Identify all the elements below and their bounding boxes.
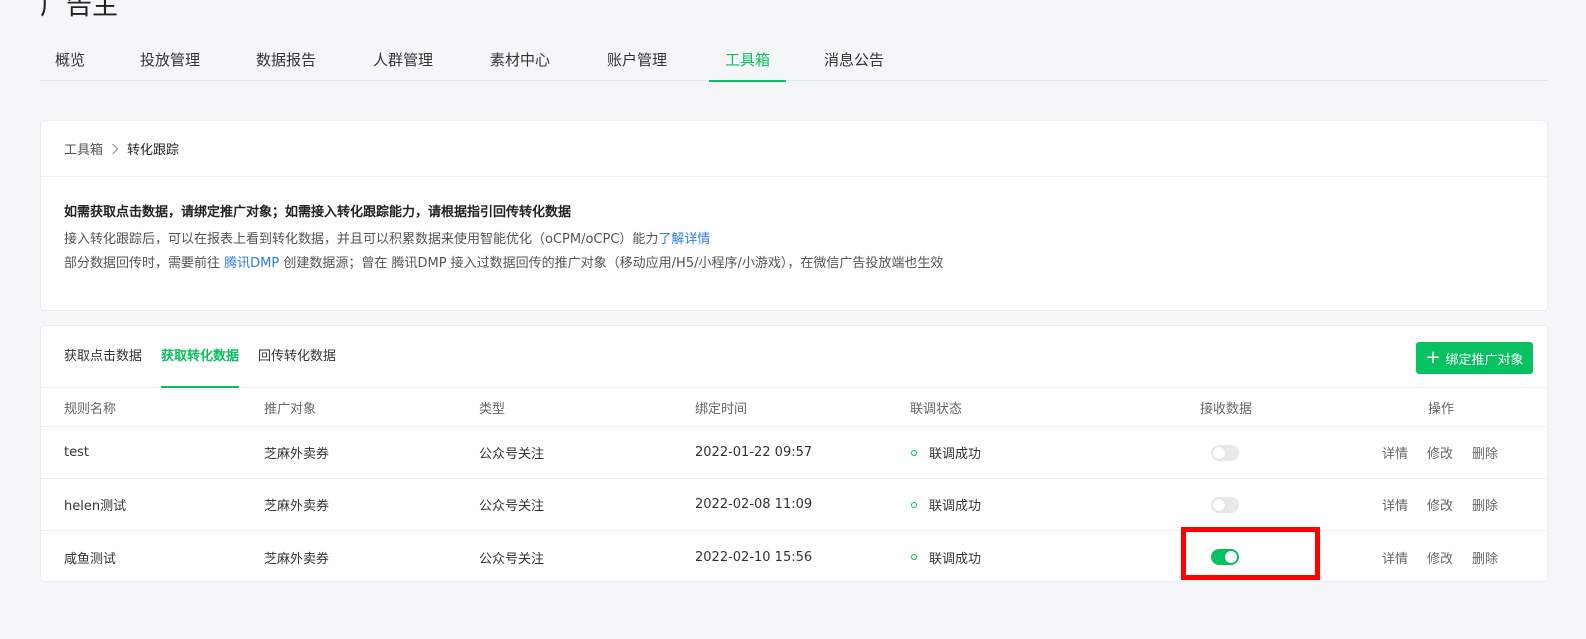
tabs-row: 获取点击数据 获取转化数据 回传转化数据 + 绑定推广对象	[41, 326, 1547, 388]
rule-bind-time: 2022-01-22 09:57	[695, 445, 813, 460]
rule-type: 公众号关注	[479, 499, 545, 514]
nav-data-report[interactable]: 数据报告	[256, 40, 316, 81]
conversion-card: 获取点击数据 获取转化数据 回传转化数据 + 绑定推广对象 规则名称 推广对象 …	[40, 325, 1548, 582]
rule-target: 芝麻外卖券	[264, 499, 330, 514]
tab-report-conversion[interactable]: 回传转化数据	[258, 326, 336, 388]
nav-announcements[interactable]: 消息公告	[824, 40, 884, 81]
tab-conversion-data[interactable]: 获取转化数据	[161, 326, 240, 388]
info-card: 工具箱 转化跟踪 如需获取点击数据，请绑定推广对象；如需接入转化跟踪能力，请根据…	[40, 120, 1548, 311]
edit-link[interactable]: 修改	[1427, 495, 1453, 514]
delete-link[interactable]: 删除	[1472, 495, 1498, 514]
notice-title: 如需获取点击数据，请绑定推广对象；如需接入转化跟踪能力，请根据指引回传转化数据	[64, 205, 572, 220]
detail-link[interactable]: 详情	[1382, 495, 1408, 514]
status-dot-icon	[911, 449, 917, 456]
rule-name: 咸鱼测试	[64, 551, 117, 567]
row-operations: 详情 修改 删除	[1382, 427, 1498, 478]
row-operations: 详情 修改 删除	[1382, 479, 1498, 530]
header-rule-name: 规则名称	[64, 401, 117, 417]
header-target: 推广对象	[264, 401, 317, 417]
delete-link[interactable]: 删除	[1472, 443, 1498, 462]
nav-account-management[interactable]: 账户管理	[607, 40, 667, 81]
rule-status-text: 联调成功	[929, 447, 982, 462]
edit-link[interactable]: 修改	[1427, 443, 1453, 462]
breadcrumb-current: 转化跟踪	[127, 143, 180, 158]
header-operations: 操作	[1428, 401, 1455, 417]
learn-more-link[interactable]: 了解详情	[658, 232, 710, 247]
header-bind-time: 绑定时间	[695, 401, 748, 417]
rule-status-text: 联调成功	[929, 499, 982, 514]
notice-block: 如需获取点击数据，请绑定推广对象；如需接入转化跟踪能力，请根据指引回传转化数据 …	[41, 177, 1547, 272]
edit-link[interactable]: 修改	[1427, 548, 1453, 567]
table-row: 咸鱼测试 芝麻外卖券 公众号关注 2022-02-10 15:56 联调成功 详…	[41, 531, 1547, 583]
nav-overview[interactable]: 概览	[55, 40, 85, 81]
header-receive-data: 接收数据	[1200, 401, 1253, 417]
rule-type: 公众号关注	[479, 447, 545, 462]
breadcrumb-toolbox[interactable]: 工具箱	[64, 139, 103, 158]
rule-status-text: 联调成功	[929, 551, 982, 567]
plus-icon: +	[1425, 347, 1441, 368]
rule-name: test	[64, 445, 89, 460]
rule-bind-time: 2022-02-08 11:09	[695, 497, 813, 512]
toggle-knob	[1213, 446, 1225, 459]
receive-data-toggle[interactable]	[1211, 444, 1239, 461]
status-dot-icon	[911, 501, 917, 508]
nav-audience-management[interactable]: 人群管理	[373, 40, 433, 81]
detail-link[interactable]: 详情	[1382, 443, 1408, 462]
receive-data-toggle[interactable]	[1211, 496, 1239, 513]
rule-bind-time: 2022-02-10 15:56	[695, 549, 813, 565]
rule-status: 联调成功	[910, 479, 981, 530]
detail-link[interactable]: 详情	[1382, 548, 1408, 567]
rule-target: 芝麻外卖券	[264, 551, 330, 567]
tab-click-data[interactable]: 获取点击数据	[64, 326, 142, 388]
rules-table: 规则名称 推广对象 类型 绑定时间 联调状态 接收数据 操作 test 芝麻外卖…	[41, 388, 1547, 583]
top-navigation: 概览 投放管理 数据报告 人群管理 素材中心 账户管理 工具箱 消息公告	[40, 40, 1548, 82]
table-header: 规则名称 推广对象 类型 绑定时间 联调状态 接收数据 操作	[41, 388, 1547, 427]
notice-line-1: 接入转化跟踪后，可以在报表上看到转化数据，并且可以积累数据来使用智能优化（oCP…	[64, 232, 1547, 248]
nav-asset-center[interactable]: 素材中心	[490, 40, 550, 81]
bind-target-label: 绑定推广对象	[1445, 352, 1524, 368]
rule-status: 联调成功	[910, 531, 981, 583]
delete-link[interactable]: 删除	[1472, 548, 1498, 567]
toggle-knob	[1213, 498, 1225, 511]
highlight-box	[1181, 527, 1320, 580]
rule-target: 芝麻外卖券	[264, 447, 330, 462]
nav-toolbox[interactable]: 工具箱	[709, 40, 786, 82]
rule-name: helen测试	[64, 499, 127, 514]
header-type: 类型	[479, 401, 506, 417]
nav-campaign-management[interactable]: 投放管理	[140, 40, 200, 81]
rule-status: 联调成功	[910, 427, 981, 478]
notice-line-2: 部分数据回传时，需要前往 腾讯DMP 创建数据源；曾在 腾讯DMP 接入过数据回…	[64, 256, 1547, 272]
table-row: helen测试 芝麻外卖券 公众号关注 2022-02-08 11:09 联调成…	[41, 479, 1547, 531]
rule-type: 公众号关注	[479, 551, 545, 567]
chevron-right-icon	[111, 143, 119, 155]
app-title: 广告主	[40, 0, 119, 21]
row-operations: 详情 修改 删除	[1382, 531, 1498, 583]
table-row: test 芝麻外卖券 公众号关注 2022-01-22 09:57 联调成功 详…	[41, 427, 1547, 479]
bind-target-button[interactable]: + 绑定推广对象	[1416, 342, 1533, 374]
notice-line-2-suffix: 创建数据源；曾在 腾讯DMP 接入过数据回传的推广对象（移动应用/H5/小程序/…	[279, 256, 944, 271]
notice-line-2-prefix: 部分数据回传时，需要前往	[64, 256, 225, 271]
header-debug-status: 联调状态	[910, 401, 963, 417]
notice-line-1-text: 接入转化跟踪后，可以在报表上看到转化数据，并且可以积累数据来使用智能优化（oCP…	[64, 232, 659, 247]
breadcrumb: 工具箱 转化跟踪	[41, 121, 1547, 177]
status-dot-icon	[911, 554, 917, 560]
tencent-dmp-link[interactable]: 腾讯DMP	[224, 256, 279, 271]
